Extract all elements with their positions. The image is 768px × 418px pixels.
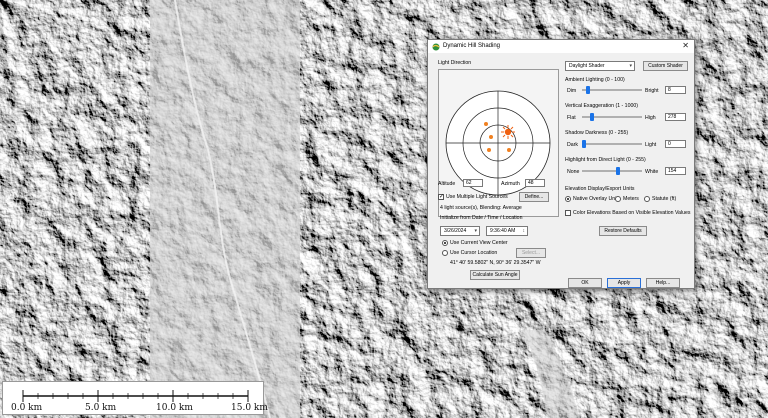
units-meters-radio[interactable] [615,196,621,202]
slider-thumb[interactable] [586,86,590,94]
units-native-label: Native Overlay Units [573,196,621,202]
ambient-max-label: Bright [645,88,659,94]
vertical-value-field[interactable]: 278 [665,113,686,121]
shader-select-value: Daylight Shader [569,63,605,69]
time-picker[interactable]: 9:36:40 AM ↕ [486,226,528,236]
dialog-titlebar[interactable]: Dynamic Hill Shading ✕ [428,40,694,53]
ambient-slider[interactable] [582,86,642,94]
chevron-down-icon: ▾ [474,228,477,234]
shadow-value-field[interactable]: 0 [665,140,686,148]
azimuth-label: Azimuth [501,181,520,187]
shadow-label: Shadow Darkness (0 - 255) [565,130,629,136]
vertical-max-label: High [645,115,656,121]
highlight-min-label: None [567,169,580,175]
light-direction-label: Light Direction [438,60,472,66]
globe-icon [432,43,440,51]
shadow-min-label: Dark [567,142,578,148]
hill-shading-dialog: Dynamic Hill Shading ✕ Light Direction A… [427,39,695,289]
close-icon[interactable]: ✕ [682,41,689,50]
color-elevations-checkbox[interactable] [565,210,571,216]
sun-icon[interactable] [501,125,515,139]
altitude-field[interactable]: 62 [463,179,483,187]
vertical-min-label: Flat [567,115,576,121]
highlight-slider[interactable] [582,167,642,175]
slider-thumb[interactable] [616,167,620,175]
slider-track [582,170,642,172]
vertical-slider[interactable] [582,113,642,121]
location-coords: 41° 40' 59.5802" N, 90° 36' 29.3547" W [450,260,541,266]
slider-track [582,89,642,91]
help-button[interactable]: Help... [646,278,680,288]
vertical-label: Vertical Exaggeration (1 - 1000) [565,103,638,109]
shader-select[interactable]: Daylight Shader ▾ [565,61,635,71]
highlight-max-label: White [645,169,659,175]
custom-shader-button[interactable]: Custom Shader [643,61,688,71]
scale-label-10: 10.0 km [156,403,193,413]
date-value: 3/26/2024 [444,228,467,234]
select-location-button[interactable]: Select... [516,248,546,258]
spinner-icon: ↕ [522,228,526,234]
ok-button[interactable]: OK [568,278,602,288]
scale-label-15: 15.0 km [231,403,268,413]
units-label: Elevation Display/Export Units [565,186,635,192]
shadow-max-label: Light [645,142,657,148]
slider-track [582,143,642,145]
apply-button[interactable]: Apply [607,278,641,288]
ambient-value-field[interactable]: 8 [665,86,686,94]
calculate-sun-button[interactable]: Calculate Sun Angle [470,270,520,280]
azimuth-field[interactable]: 48 [525,179,545,187]
light-info-text: 4 light source(s), Blending: Average [440,205,522,211]
color-elevations-label: Color Elevations Based on Visible Elevat… [573,210,691,216]
slider-thumb[interactable] [582,140,586,148]
ambient-min-label: Dim [567,88,577,94]
multiple-light-label: Use Multiple Light Sources [446,194,508,200]
highlight-label: Highlight from Direct Light (0 - 255) [565,157,646,163]
shadow-slider[interactable] [582,140,642,148]
initialize-label: Initialize from Date / Time / Location [440,215,523,221]
current-view-radio[interactable] [442,240,448,246]
scale-label-0: 0.0 km [11,403,43,413]
slider-thumb[interactable] [590,113,594,121]
scale-bar: 0.0 km 5.0 km 10.0 km 15.0 km [2,381,268,415]
units-feet-radio[interactable] [644,196,650,202]
units-meters-label: Meters [623,196,639,202]
dialog-title: Dynamic Hill Shading [443,43,501,49]
highlight-value-field[interactable]: 154 [665,167,686,175]
cursor-location-radio[interactable] [442,250,448,256]
units-native-radio[interactable] [565,196,571,202]
scale-bar-ticks [22,390,249,402]
scale-label-5: 5.0 km [85,403,117,413]
chevron-down-icon: ▾ [629,63,632,69]
restore-defaults-button[interactable]: Restore Defaults [599,226,647,236]
ambient-label: Ambient Lighting (0 - 100) [565,77,625,83]
multiple-light-checkbox[interactable] [438,193,444,200]
altitude-label: Altitude [438,181,456,187]
define-button[interactable]: Define... [519,192,549,202]
cursor-location-label: Use Cursor Location [450,250,498,256]
units-feet-label: Statute (ft) [652,196,677,202]
current-view-label: Use Current View Center [450,240,508,246]
date-picker[interactable]: 3/26/2024 ▾ [440,226,480,236]
time-value: 9:36:40 AM [490,228,516,234]
